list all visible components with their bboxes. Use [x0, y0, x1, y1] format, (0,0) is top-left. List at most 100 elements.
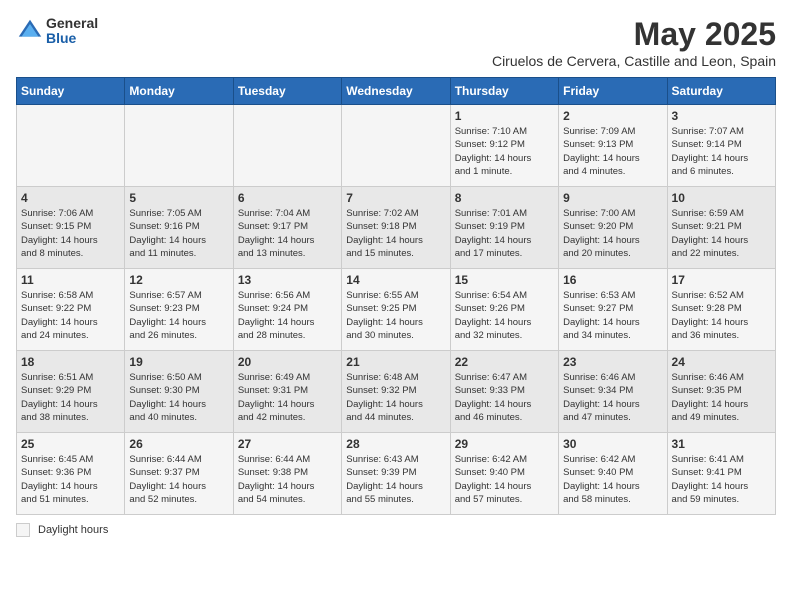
day-cell: 23 Sunrise: 6:46 AM Sunset: 9:34 PM Dayli…	[559, 351, 667, 433]
day-number: 11	[21, 273, 120, 287]
day-cell: 30 Sunrise: 6:42 AM Sunset: 9:40 PM Dayli…	[559, 433, 667, 515]
day-cell: 14Sunrise: 6:55 AM Sunset: 9:25 PM Dayli…	[342, 269, 450, 351]
day-cell: 24 Sunrise: 6:46 AM Sunset: 9:35 PM Dayli…	[667, 351, 775, 433]
logo-blue: Blue	[46, 31, 98, 46]
day-info: Sunrise: 6:42 AM Sunset: 9:40 PM Dayligh…	[563, 453, 662, 506]
day-cell: 31 Sunrise: 6:41 AM Sunset: 9:41 PM Dayli…	[667, 433, 775, 515]
col-header-thursday: Thursday	[450, 78, 558, 105]
day-number: 7	[346, 191, 445, 205]
day-cell: 25Sunrise: 6:45 AM Sunset: 9:36 PM Dayli…	[17, 433, 125, 515]
day-number: 25	[21, 437, 120, 451]
day-number: 29	[455, 437, 554, 451]
day-number: 22	[455, 355, 554, 369]
logo: General Blue	[16, 16, 98, 47]
col-header-wednesday: Wednesday	[342, 78, 450, 105]
day-cell	[17, 105, 125, 187]
day-info: Sunrise: 6:44 AM Sunset: 9:37 PM Dayligh…	[129, 453, 228, 506]
day-info: Sunrise: 6:43 AM Sunset: 9:39 PM Dayligh…	[346, 453, 445, 506]
week-row-3: 11 Sunrise: 6:58 AM Sunset: 9:22 PM Dayli…	[17, 269, 776, 351]
day-cell: 13 Sunrise: 6:56 AM Sunset: 9:24 PM Dayli…	[233, 269, 341, 351]
calendar-table: SundayMondayTuesdayWednesdayThursdayFrid…	[16, 77, 776, 515]
day-number: 26	[129, 437, 228, 451]
day-number: 5	[129, 191, 228, 205]
day-info: Sunrise: 7:02 AM Sunset: 9:18 PM Dayligh…	[346, 207, 445, 260]
day-number: 31	[672, 437, 771, 451]
header: General Blue May 2025 Ciruelos de Cerver…	[16, 16, 776, 69]
day-cell	[233, 105, 341, 187]
day-number: 21	[346, 355, 445, 369]
day-info: Sunrise: 6:47 AM Sunset: 9:33 PM Dayligh…	[455, 371, 554, 424]
day-cell	[342, 105, 450, 187]
col-header-tuesday: Tuesday	[233, 78, 341, 105]
day-cell: 11 Sunrise: 6:58 AM Sunset: 9:22 PM Dayli…	[17, 269, 125, 351]
day-info: Sunrise: 7:00 AM Sunset: 9:20 PM Dayligh…	[563, 207, 662, 260]
day-cell: 16Sunrise: 6:53 AM Sunset: 9:27 PM Dayli…	[559, 269, 667, 351]
logo-icon	[16, 17, 44, 45]
day-cell: 17Sunrise: 6:52 AM Sunset: 9:28 PM Dayli…	[667, 269, 775, 351]
day-number: 13	[238, 273, 337, 287]
day-info: Sunrise: 7:04 AM Sunset: 9:17 PM Dayligh…	[238, 207, 337, 260]
day-number: 12	[129, 273, 228, 287]
day-info: Sunrise: 6:58 AM Sunset: 9:22 PM Dayligh…	[21, 289, 120, 342]
page-container: General Blue May 2025 Ciruelos de Cerver…	[16, 16, 776, 537]
day-number: 9	[563, 191, 662, 205]
title-block: May 2025 Ciruelos de Cervera, Castille a…	[492, 16, 776, 69]
day-cell: 6 Sunrise: 7:04 AM Sunset: 9:17 PM Daylig…	[233, 187, 341, 269]
day-cell: 21 Sunrise: 6:48 AM Sunset: 9:32 PM Dayli…	[342, 351, 450, 433]
logo-text: General Blue	[46, 16, 98, 47]
day-number: 20	[238, 355, 337, 369]
day-number: 23	[563, 355, 662, 369]
day-info: Sunrise: 6:41 AM Sunset: 9:41 PM Dayligh…	[672, 453, 771, 506]
day-info: Sunrise: 6:53 AM Sunset: 9:27 PM Dayligh…	[563, 289, 662, 342]
day-number: 1	[455, 109, 554, 123]
day-number: 2	[563, 109, 662, 123]
day-info: Sunrise: 6:56 AM Sunset: 9:24 PM Dayligh…	[238, 289, 337, 342]
day-info: Sunrise: 6:55 AM Sunset: 9:25 PM Dayligh…	[346, 289, 445, 342]
day-info: Sunrise: 6:48 AM Sunset: 9:32 PM Dayligh…	[346, 371, 445, 424]
day-cell: 28 Sunrise: 6:43 AM Sunset: 9:39 PM Dayli…	[342, 433, 450, 515]
day-cell: 8Sunrise: 7:01 AM Sunset: 9:19 PM Daylig…	[450, 187, 558, 269]
col-header-sunday: Sunday	[17, 78, 125, 105]
week-row-2: 4 Sunrise: 7:06 AM Sunset: 9:15 PM Daylig…	[17, 187, 776, 269]
day-info: Sunrise: 6:51 AM Sunset: 9:29 PM Dayligh…	[21, 371, 120, 424]
day-info: Sunrise: 7:10 AM Sunset: 9:12 PM Dayligh…	[455, 125, 554, 178]
header-row: SundayMondayTuesdayWednesdayThursdayFrid…	[17, 78, 776, 105]
day-number: 30	[563, 437, 662, 451]
day-info: Sunrise: 7:05 AM Sunset: 9:16 PM Dayligh…	[129, 207, 228, 260]
day-cell: 26 Sunrise: 6:44 AM Sunset: 9:37 PM Dayli…	[125, 433, 233, 515]
day-cell: 4 Sunrise: 7:06 AM Sunset: 9:15 PM Daylig…	[17, 187, 125, 269]
logo-general: General	[46, 16, 98, 31]
day-info: Sunrise: 7:06 AM Sunset: 9:15 PM Dayligh…	[21, 207, 120, 260]
day-cell: 9 Sunrise: 7:00 AM Sunset: 9:20 PM Daylig…	[559, 187, 667, 269]
day-number: 18	[21, 355, 120, 369]
day-info: Sunrise: 6:54 AM Sunset: 9:26 PM Dayligh…	[455, 289, 554, 342]
day-number: 4	[21, 191, 120, 205]
day-cell: 22 Sunrise: 6:47 AM Sunset: 9:33 PM Dayli…	[450, 351, 558, 433]
day-number: 6	[238, 191, 337, 205]
day-number: 24	[672, 355, 771, 369]
main-title: May 2025	[492, 16, 776, 53]
day-info: Sunrise: 6:59 AM Sunset: 9:21 PM Dayligh…	[672, 207, 771, 260]
week-row-4: 18 Sunrise: 6:51 AM Sunset: 9:29 PM Dayli…	[17, 351, 776, 433]
day-number: 28	[346, 437, 445, 451]
footer: Daylight hours	[16, 523, 776, 537]
legend-label: Daylight hours	[38, 524, 108, 536]
day-number: 3	[672, 109, 771, 123]
day-cell: 20Sunrise: 6:49 AM Sunset: 9:31 PM Dayli…	[233, 351, 341, 433]
day-cell: 29Sunrise: 6:42 AM Sunset: 9:40 PM Dayli…	[450, 433, 558, 515]
day-cell: 1 Sunrise: 7:10 AM Sunset: 9:12 PM Daylig…	[450, 105, 558, 187]
day-cell: 10 Sunrise: 6:59 AM Sunset: 9:21 PM Dayli…	[667, 187, 775, 269]
day-info: Sunrise: 7:07 AM Sunset: 9:14 PM Dayligh…	[672, 125, 771, 178]
day-info: Sunrise: 6:46 AM Sunset: 9:34 PM Dayligh…	[563, 371, 662, 424]
day-info: Sunrise: 6:57 AM Sunset: 9:23 PM Dayligh…	[129, 289, 228, 342]
col-header-monday: Monday	[125, 78, 233, 105]
day-info: Sunrise: 6:46 AM Sunset: 9:35 PM Dayligh…	[672, 371, 771, 424]
day-cell: 18 Sunrise: 6:51 AM Sunset: 9:29 PM Dayli…	[17, 351, 125, 433]
day-info: Sunrise: 7:09 AM Sunset: 9:13 PM Dayligh…	[563, 125, 662, 178]
day-number: 10	[672, 191, 771, 205]
day-cell	[125, 105, 233, 187]
week-row-1: 1 Sunrise: 7:10 AM Sunset: 9:12 PM Daylig…	[17, 105, 776, 187]
day-cell: 3 Sunrise: 7:07 AM Sunset: 9:14 PM Daylig…	[667, 105, 775, 187]
day-info: Sunrise: 6:50 AM Sunset: 9:30 PM Dayligh…	[129, 371, 228, 424]
day-info: Sunrise: 6:52 AM Sunset: 9:28 PM Dayligh…	[672, 289, 771, 342]
